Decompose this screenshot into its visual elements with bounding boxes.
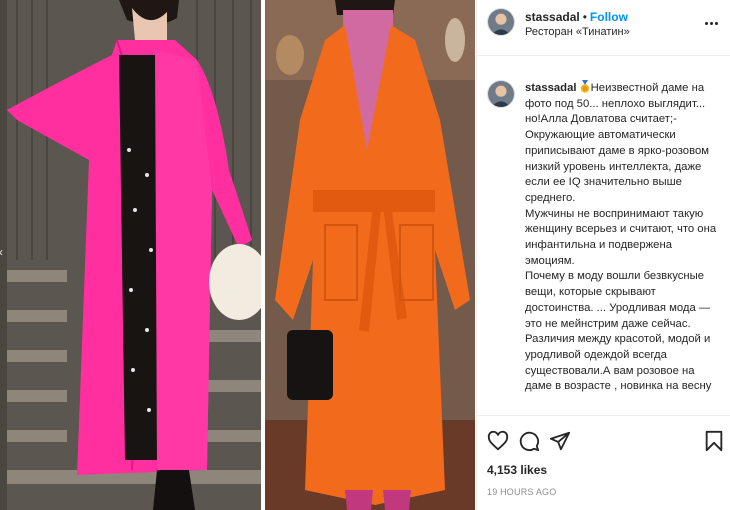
- caption-username[interactable]: stassadal: [525, 82, 577, 94]
- location-link[interactable]: Ресторан «Тинатин»: [525, 26, 630, 39]
- post-header: stassadal • Follow Ресторан «Тинатин»: [477, 0, 730, 56]
- post-timestamp[interactable]: 19 HOURS AGO: [487, 487, 556, 497]
- pink-coat-illustration: [7, 0, 261, 510]
- bookmark-icon[interactable]: [703, 430, 725, 452]
- share-icon[interactable]: [549, 430, 571, 452]
- caption-avatar[interactable]: [487, 80, 515, 108]
- previous-photo-edge: ‹: [0, 0, 7, 510]
- caption-area: stassadal Неизвестной даме на фото под 5…: [477, 57, 730, 415]
- separator-dot: •: [582, 10, 587, 24]
- follow-button[interactable]: Follow: [590, 10, 628, 24]
- post-photo[interactable]: ‹: [0, 0, 476, 510]
- post-caption: stassadal Неизвестной даме на фото под 5…: [525, 80, 723, 395]
- caption-paragraph: Почему в моду вошли безвкусные вещи, кот…: [525, 270, 712, 393]
- post-actions: 4,153 likes 19 HOURS AGO: [477, 415, 730, 510]
- likes-count[interactable]: 4,153 likes: [487, 463, 547, 477]
- medal-emoji-icon: [580, 80, 589, 93]
- caption-text: Неизвестной даме на фото под 50... непло…: [525, 82, 710, 204]
- comment-icon[interactable]: [518, 430, 540, 452]
- chevron-left-icon[interactable]: ‹: [0, 246, 3, 258]
- photo-panel-pink-coat: [7, 0, 261, 510]
- post-sidebar: stassadal • Follow Ресторан «Тинатин» stas…: [476, 0, 730, 510]
- photo-panel-orange-coat: [265, 0, 475, 510]
- caption-paragraph: stassadal Неизвестной даме на фото под 5…: [525, 80, 723, 207]
- orange-coat-illustration: [265, 0, 475, 510]
- more-horizontal-icon[interactable]: [705, 15, 723, 29]
- username-link[interactable]: stassadal: [525, 10, 580, 24]
- header-user-line: stassadal • Follow: [525, 10, 628, 24]
- caption-paragraph: Мужчины не воспринимают такую женщину вс…: [525, 207, 717, 267]
- avatar[interactable]: [487, 8, 515, 36]
- heart-icon[interactable]: [487, 430, 509, 452]
